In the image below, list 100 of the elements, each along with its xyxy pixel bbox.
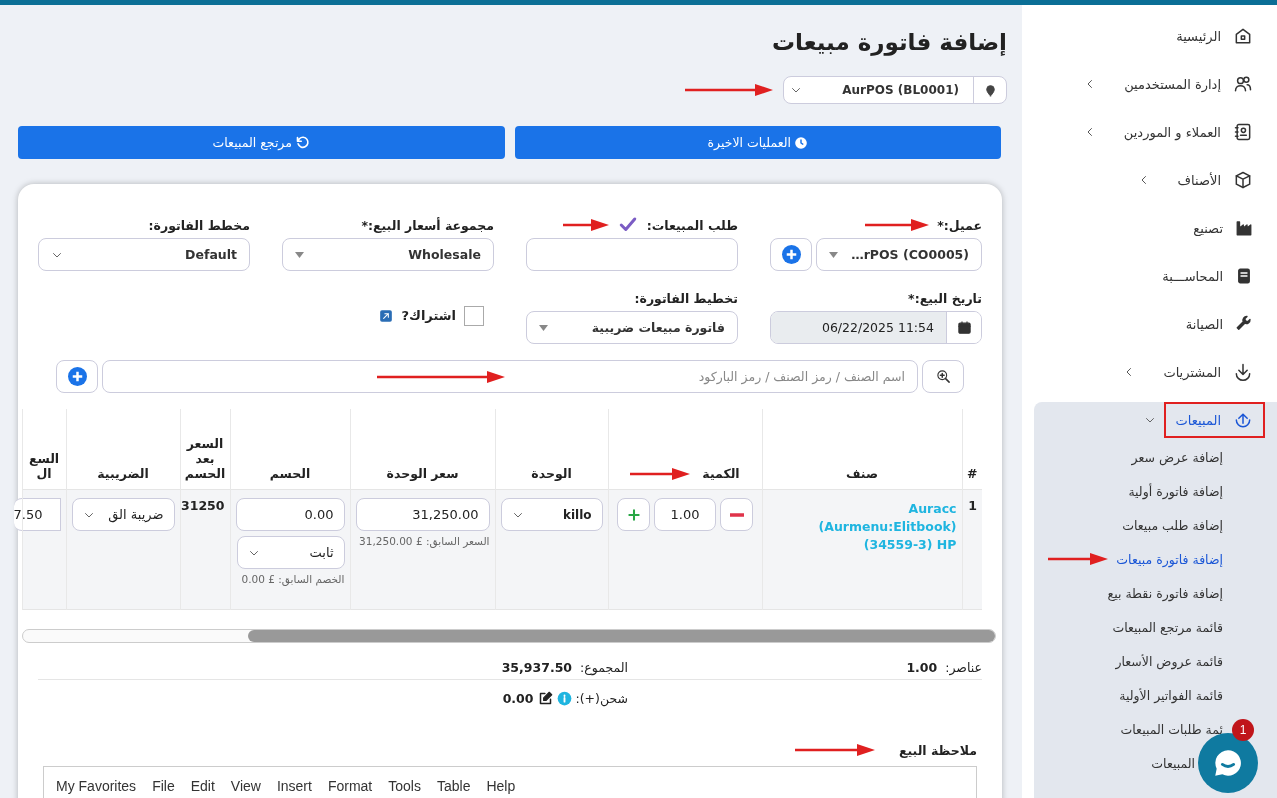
previous-discount-text: الخصم السابق: £ 0.00 [240,573,345,585]
increase-button[interactable] [617,498,650,531]
menu-item[interactable]: Insert [268,778,320,794]
submenu-item[interactable]: إضافة فاتورة أولية [1128,483,1223,499]
date-field[interactable]: 11:54 06/22/2025 [770,311,982,344]
add-customer-button[interactable] [770,238,812,271]
menu-item[interactable]: Edit [182,778,223,794]
select-field[interactable]: Default [38,238,250,271]
submenu-item[interactable]: ئمة طلبات المبيعات [1120,721,1223,737]
field-label: تاريخ البيع:* [908,290,982,306]
customer-select[interactable]: …rPOS (CO0005) [816,238,982,271]
field-label: مخطط الفاتورة: [148,217,250,233]
home-icon [1233,26,1253,46]
field-label: طلب المبيعات: [646,217,738,233]
sidebar-item[interactable]: العملاء و الموردين [1022,108,1277,156]
discount-field[interactable]: 0.00 [235,498,345,531]
table-cell: 31250 [181,498,225,513]
submenu-item[interactable]: إضافة فاتورة نقطة بيع [1107,585,1223,601]
select-field[interactable]: فاتورة مبيعات ضريبية [526,311,738,344]
items-count: 1.00 [906,659,938,675]
sidebar-item[interactable]: المبيعات [1165,404,1263,436]
plus-icon [781,245,801,264]
submenu-item[interactable]: إضافة عرض سعر [1131,449,1223,465]
checkbox[interactable] [464,305,484,326]
sidebar-item[interactable]: المحاســـبة [1022,252,1277,300]
sidebar-item[interactable]: تصنيع [1022,204,1277,252]
annotation-arrow [630,466,691,481]
sidebar-item[interactable]: المشتريات [1022,348,1277,396]
column-header: السع ال [28,451,60,481]
menu-item[interactable]: Tools [380,778,429,794]
menu-item[interactable]: Format [319,778,381,794]
menu-item[interactable]: File [144,778,183,794]
location-pin-icon [983,82,997,98]
decrease-button[interactable] [720,498,753,531]
tax-select[interactable]: ضريبة الق [71,498,175,531]
previous-price-text: السعر السابق: £ 31,250.00 [358,535,490,547]
horizontal-scrollbar[interactable] [22,629,996,643]
column-header: صنف [845,466,879,481]
edit-icon [537,690,553,706]
caret-icon [539,324,548,331]
menu-item[interactable]: Table [428,778,479,794]
submenu-item[interactable]: إضافة فاتورة مبيعات [1116,551,1223,567]
minus-icon [729,512,744,517]
field-label: عميل:* [937,217,982,233]
location-select[interactable]: AurPOS (BL0001) [783,76,1007,104]
shipping-label: شحن(+): [575,690,628,706]
column-header: الوحدة [531,466,572,481]
box-icon [1233,170,1253,190]
field-label: مجموعة أسعار البيع:* [361,217,494,233]
discount-type-select[interactable]: ثابت [236,536,345,569]
column-header: سعر الوحدة [386,466,459,481]
caret-icon [295,251,304,258]
sidebar-item[interactable]: الأصناف [1022,156,1277,204]
row-number: 1 [968,498,977,513]
column-header: الحسم [269,466,311,481]
action-button[interactable]: مرتجع المبيعات [18,126,505,159]
items-label: عناصر: [945,659,982,675]
caret-icon [829,251,838,258]
total-field[interactable]: 7.50 [13,498,61,531]
plus-icon [626,507,641,522]
column-header: # [967,466,978,481]
note-label: ملاحظة البيع [898,742,977,758]
menu-item[interactable]: Help [478,778,524,794]
shipping-value: 0.00 [502,690,534,706]
users-icon [1233,74,1253,94]
column-header: الضريبية [97,466,149,481]
total-label: المجموع: [580,659,628,675]
download-icon [1233,362,1253,382]
menu-item[interactable]: View [222,778,269,794]
submenu-item[interactable]: قائمة الفواتير الأولية [1119,687,1223,703]
column-header: الكمية [702,466,740,481]
search-button[interactable] [922,360,964,393]
menu-item[interactable]: My Favorites [48,778,145,794]
book-icon [1235,267,1253,285]
external-link-icon [379,308,394,323]
sidebar-item[interactable]: الصيانة [1022,300,1277,348]
submenu-item[interactable]: المبيعات [1151,755,1195,771]
sidebar-item[interactable]: الرئيسية [1022,12,1277,60]
submenu-item[interactable]: قائمة مرتجع المبيعات [1112,619,1223,635]
wrench-icon [1235,315,1253,333]
unit-select[interactable]: killo [500,498,603,531]
factory-icon [1235,219,1253,237]
unit-price-field[interactable]: 31,250.00 [355,498,490,531]
column-header: السعر بعد الحسم [184,436,226,481]
select-field[interactable]: Wholesale [282,238,494,271]
info-icon [556,690,572,706]
search-field[interactable]: اسم الصنف / رمز الصنف / رمز الباركود [102,360,918,393]
page-title: إضافة فاتورة مبيعات [770,29,1007,58]
action-button[interactable]: العمليات الاخيرة [514,126,1001,159]
total-value: 35,937.50 [501,659,573,675]
quantity-field[interactable]: 1.00 [654,498,716,531]
add-item-button[interactable] [56,360,98,393]
sidebar-item[interactable]: إدارة المستخدمين [1022,60,1277,108]
submenu-item[interactable]: إضافة طلب مبيعات [1122,517,1223,533]
contact-card-icon [1233,122,1253,142]
submenu-item[interactable]: قائمة عروض الأسعار [1115,653,1223,669]
calendar-icon [956,320,972,335]
zoom-in-search-icon [935,369,951,384]
text-field[interactable] [526,238,738,271]
checkbox-label: اشتراك? [401,308,456,323]
